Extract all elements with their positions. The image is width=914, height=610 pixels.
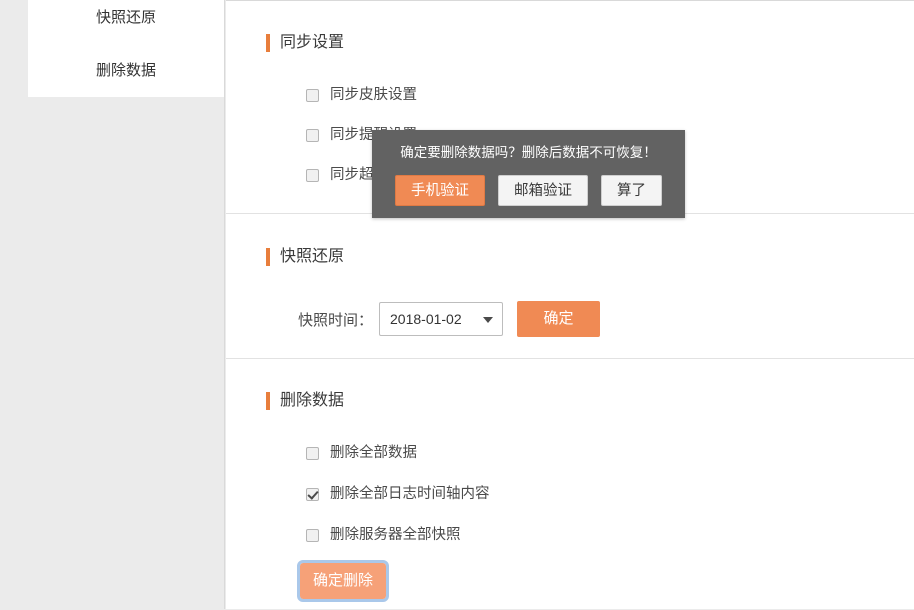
section-title: 删除数据 bbox=[280, 392, 345, 409]
dialog-email-verify-button[interactable]: 邮箱验证 bbox=[498, 175, 588, 206]
dialog-phone-verify-button[interactable]: 手机验证 bbox=[395, 175, 485, 206]
sync-settings-header: 同步设置 bbox=[226, 30, 914, 56]
delete-data-header: 删除数据 bbox=[226, 388, 914, 414]
main-content-panel: 同步设置 同步皮肤设置 同步提醒设置 同步超链识别设置 快照还原 bbox=[226, 0, 914, 609]
checkbox-row-sync-skin[interactable]: 同步皮肤设置 bbox=[226, 83, 914, 107]
checkbox-row-delete-server-snapshots[interactable]: 删除服务器全部快照 bbox=[226, 523, 914, 547]
sidebar-item-label: 快照还原 bbox=[95, 9, 156, 26]
snapshot-time-row: 快照时间： 2018-01-02 确定 bbox=[226, 301, 914, 337]
sidebar: 快照还原 删除数据 bbox=[28, 0, 225, 97]
dialog-message: 确定要删除数据吗？删除后数据不可恢复！ bbox=[400, 145, 657, 160]
checkbox-row-delete-all-data[interactable]: 删除全部数据 bbox=[226, 441, 914, 465]
page-root: 快照还原 删除数据 同步设置 同步皮肤设置 同步提醒设置 同步超链识 bbox=[0, 0, 914, 609]
section-accent-bar-icon bbox=[266, 248, 270, 266]
checkbox-row-delete-all-timeline[interactable]: 删除全部日志时间轴内容 bbox=[226, 482, 914, 506]
snapshot-date-select[interactable]: 2018-01-02 bbox=[379, 302, 504, 336]
sidebar-empty-area bbox=[28, 97, 225, 609]
sync-reminder-checkbox[interactable] bbox=[306, 128, 319, 142]
section-snapshot-restore: 快照还原 快照时间： 2018-01-02 确定 bbox=[226, 214, 914, 359]
dialog-button-bar: 手机验证 邮箱验证 算了 bbox=[372, 175, 685, 206]
sync-skin-checkbox[interactable] bbox=[306, 88, 319, 102]
delete-all-timeline-checkbox[interactable] bbox=[306, 487, 319, 501]
sidebar-item-label: 删除数据 bbox=[95, 62, 156, 79]
delete-all-data-checkbox[interactable] bbox=[306, 446, 319, 460]
confirm-delete-dialog: 确定要删除数据吗？删除后数据不可恢复！ 手机验证 邮箱验证 算了 bbox=[372, 130, 685, 218]
sidebar-item-snapshot-restore[interactable]: 快照还原 bbox=[28, 8, 224, 28]
section-title: 快照还原 bbox=[280, 248, 345, 265]
page-left-gutter bbox=[0, 0, 28, 609]
delete-all-timeline-label[interactable]: 删除全部日志时间轴内容 bbox=[330, 484, 490, 504]
delete-server-snapshots-checkbox[interactable] bbox=[306, 528, 319, 542]
confirm-delete-button[interactable]: 确定删除 bbox=[297, 560, 389, 602]
snapshot-confirm-button[interactable]: 确定 bbox=[517, 301, 601, 337]
dialog-cancel-button[interactable]: 算了 bbox=[601, 175, 662, 206]
chevron-down-icon bbox=[483, 317, 494, 323]
sync-skin-label[interactable]: 同步皮肤设置 bbox=[330, 85, 417, 105]
sync-hyperlink-checkbox[interactable] bbox=[306, 168, 319, 182]
snapshot-restore-header: 快照还原 bbox=[226, 244, 914, 270]
section-delete-data: 删除数据 删除全部数据 删除全部日志时间轴内容 删除服务器全部快照 确定删除 bbox=[226, 359, 914, 610]
section-accent-bar-icon bbox=[266, 392, 270, 410]
sidebar-item-delete-data[interactable]: 删除数据 bbox=[28, 61, 224, 81]
snapshot-date-value: 2018-01-02 bbox=[390, 311, 462, 327]
delete-action-row: 确定删除 bbox=[226, 560, 914, 602]
delete-all-data-label[interactable]: 删除全部数据 bbox=[330, 443, 417, 463]
section-title: 同步设置 bbox=[280, 34, 345, 51]
section-accent-bar-icon bbox=[266, 34, 270, 52]
snapshot-time-label: 快照时间： bbox=[298, 311, 374, 329]
delete-server-snapshots-label[interactable]: 删除服务器全部快照 bbox=[330, 525, 461, 545]
